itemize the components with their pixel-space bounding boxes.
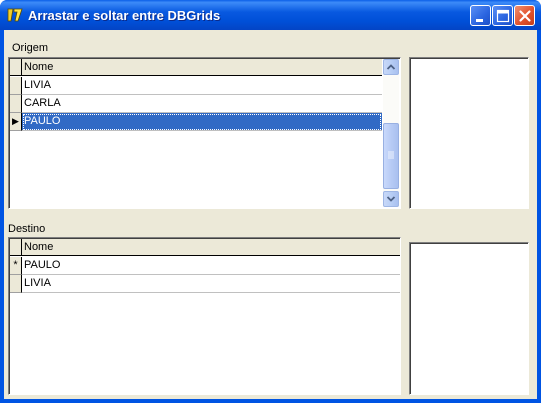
row-indicator: ▶ <box>10 113 22 131</box>
row-indicator <box>10 275 22 293</box>
destino-grid-header: Nome <box>10 239 400 256</box>
scroll-down-button[interactable] <box>383 191 399 207</box>
destino-column-header-nome[interactable]: Nome <box>22 239 400 256</box>
title-bar[interactable]: Arrastar e soltar entre DBGrids <box>0 0 541 30</box>
grip-icon <box>388 151 394 159</box>
destino-cell-nome[interactable]: LIVIA <box>22 275 400 293</box>
close-icon <box>519 10 531 22</box>
maximize-button[interactable] <box>492 5 513 26</box>
maximize-icon <box>496 9 510 23</box>
destino-indicator-header <box>10 239 22 256</box>
row-indicator: * <box>10 257 22 275</box>
origem-cell-nome[interactable]: CARLA <box>22 95 382 113</box>
destino-side-panel <box>409 242 529 395</box>
row-indicator <box>10 77 22 95</box>
minimize-button[interactable] <box>470 5 491 26</box>
table-row[interactable]: LIVIA <box>10 275 400 293</box>
destino-grid[interactable]: Nome * PAULO LIVIA <box>8 237 401 395</box>
table-row[interactable]: * PAULO <box>10 257 400 275</box>
table-row[interactable]: LIVIA <box>10 77 382 95</box>
window-title: Arrastar e soltar entre DBGrids <box>28 8 221 23</box>
origem-vertical-scrollbar[interactable] <box>383 59 399 207</box>
origem-cell-nome[interactable]: LIVIA <box>22 77 382 95</box>
chevron-up-icon <box>386 64 396 70</box>
table-row[interactable]: CARLA <box>10 95 382 113</box>
client-area: Origem Nome LIVIA CARLA ▶ PAULO Destino … <box>4 30 537 399</box>
delphi-app-icon <box>7 8 23 22</box>
scroll-up-button[interactable] <box>383 59 399 75</box>
scroll-thumb[interactable] <box>383 123 399 189</box>
minimize-icon <box>476 19 483 22</box>
origem-label: Origem <box>12 42 49 54</box>
table-row[interactable]: ▶ PAULO <box>10 113 382 131</box>
origem-indicator-header <box>10 59 22 76</box>
destino-cell-nome[interactable]: PAULO <box>22 257 400 275</box>
origem-cell-nome-selected[interactable]: PAULO <box>22 113 382 131</box>
origem-side-panel <box>409 57 529 209</box>
origem-column-header-nome[interactable]: Nome <box>22 59 382 76</box>
origem-grid-header: Nome <box>10 59 382 76</box>
app-window: Arrastar e soltar entre DBGrids Origem N… <box>0 0 541 403</box>
close-button[interactable] <box>514 5 535 26</box>
origem-grid[interactable]: Nome LIVIA CARLA ▶ PAULO <box>8 57 401 209</box>
chevron-down-icon <box>386 196 396 202</box>
row-indicator <box>10 95 22 113</box>
destino-label: Destino <box>8 223 46 235</box>
